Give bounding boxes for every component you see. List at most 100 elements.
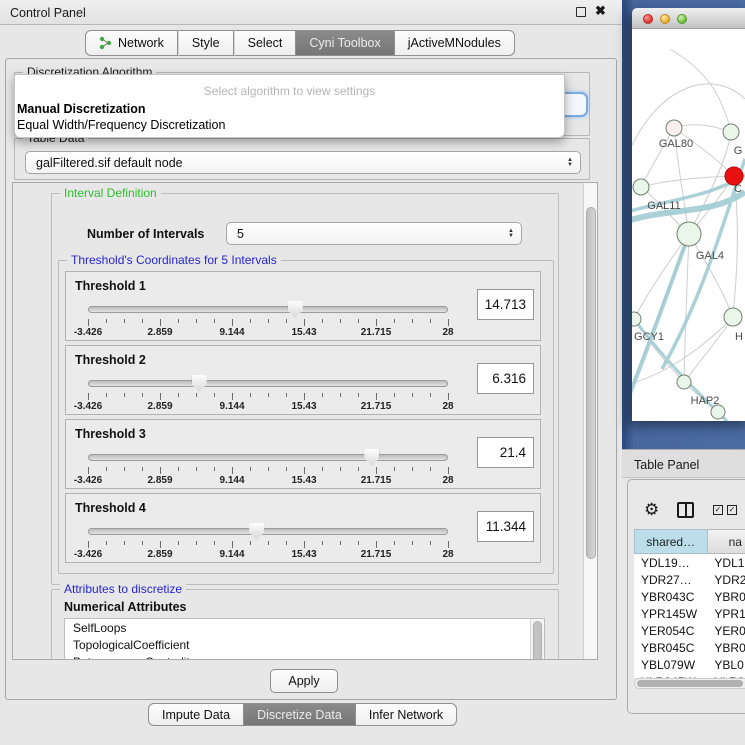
cell[interactable]: YER0 (707, 622, 745, 639)
slider-track[interactable] (88, 380, 448, 387)
slider-thumb[interactable] (249, 523, 264, 540)
cell[interactable]: YDR2 (707, 571, 745, 588)
slider-tick (106, 393, 107, 397)
tab-jactivemnodules[interactable]: jActiveMNodules (395, 30, 515, 56)
slider-tick (124, 541, 125, 545)
table-row[interactable]: YBL079WYBL0 (634, 656, 745, 673)
threshold-2-slider[interactable]: -3.4262.8599.14415.4321.71528 (88, 374, 448, 412)
threshold-1-slider[interactable]: -3.4262.8599.14415.4321.71528 (88, 300, 448, 338)
node-label-g: G (734, 145, 743, 157)
node-gal80[interactable] (666, 120, 682, 136)
slider-tick (358, 319, 359, 323)
split-columns-icon[interactable] (677, 502, 694, 518)
settings-scrollbar-thumb[interactable] (586, 207, 596, 559)
minimize-traffic-light-icon[interactable] (660, 14, 670, 24)
node-h[interactable] (724, 308, 742, 326)
cell[interactable]: YDL19… (634, 554, 707, 571)
slider-track[interactable] (88, 528, 448, 535)
cell[interactable]: YBL0 (707, 656, 745, 673)
cell[interactable]: YBR043C (634, 588, 707, 605)
tab-style[interactable]: Style (178, 30, 234, 56)
column-header-shared-name[interactable]: shared… (634, 529, 708, 554)
node-gal11[interactable] (633, 179, 649, 195)
cell[interactable]: YBL079W (634, 656, 707, 673)
gear-icon[interactable]: ⚙ (644, 501, 659, 518)
slider-tick (142, 319, 143, 323)
list-scrollbar-thumb[interactable] (533, 621, 542, 660)
threshold-2-value-field[interactable]: 6.316 (477, 363, 534, 394)
slider-track[interactable] (88, 306, 448, 313)
threshold-3-slider[interactable]: -3.4262.8599.14415.4321.71528 (88, 448, 448, 486)
float-window-icon[interactable] (576, 7, 586, 17)
list-item[interactable]: BetweennessCentrality (65, 653, 544, 660)
settings-vertical-scrollbar[interactable] (583, 183, 598, 660)
tab-style-label: Style (192, 36, 220, 50)
cell[interactable]: YDL1 (707, 554, 745, 571)
number-of-intervals-spinner[interactable]: 5 ▲▼ (226, 222, 522, 245)
node-top-right[interactable] (723, 124, 739, 140)
tab-cyni-toolbox[interactable]: Cyni Toolbox (296, 30, 394, 56)
table-row[interactable]: YDL19…YDL1 (634, 554, 745, 571)
list-item[interactable]: TopologicalCoefficient (65, 636, 544, 653)
thresholds-legend: Threshold's Coordinates for 5 Intervals (67, 253, 281, 267)
popup-item-manual-discretization[interactable]: Manual Discretization (17, 102, 146, 116)
cell[interactable]: YDR27… (634, 571, 707, 588)
column-header-name[interactable]: na (708, 529, 745, 554)
list-item[interactable]: SelfLoops (65, 619, 544, 636)
cell[interactable]: YBR0 (707, 639, 745, 656)
popup-item-equal-width[interactable]: Equal Width/Frequency Discretization (17, 118, 225, 132)
table-horizontal-scrollbar[interactable] (634, 678, 745, 689)
slider-tick (142, 393, 143, 397)
tab-infer-network[interactable]: Infer Network (356, 703, 457, 726)
threshold-4-slider[interactable]: -3.4262.8599.14415.4321.71528 (88, 522, 448, 560)
tab-select[interactable]: Select (234, 30, 297, 56)
table-row[interactable]: YBR043CYBR0 (634, 588, 745, 605)
network-window-titlebar[interactable] (632, 8, 745, 29)
slider-thumb[interactable] (364, 449, 379, 466)
table-row[interactable]: YBR045CYBR0 (634, 639, 745, 656)
slider-tick (286, 541, 287, 545)
slider-tick (88, 541, 89, 548)
node-table[interactable]: shared… na YDL19…YDL1 YDR27…YDR2 YBR043C… (634, 529, 745, 678)
table-row[interactable]: YPR145WYPR1 (634, 605, 745, 622)
zoom-traffic-light-icon[interactable] (677, 14, 687, 24)
tab-network[interactable]: Network (85, 30, 178, 56)
threshold-4-value-field[interactable]: 11.344 (477, 511, 534, 542)
slider-thumb[interactable] (288, 301, 303, 318)
node-bottom[interactable] (711, 405, 725, 419)
checkbox-icon[interactable]: ✓ (713, 505, 723, 515)
node-gcy1[interactable] (632, 312, 641, 326)
apply-button[interactable]: Apply (270, 669, 338, 693)
threshold-2-label: Threshold 2 (75, 353, 146, 367)
close-traffic-light-icon[interactable] (643, 14, 653, 24)
interval-definition-group: Interval Definition Number of Intervals … (51, 193, 559, 585)
table-row[interactable]: YDR27…YDR2 (634, 571, 745, 588)
threshold-3-value-field[interactable]: 21.4 (477, 437, 534, 468)
slider-tick (448, 393, 449, 400)
numerical-attributes-list[interactable]: SelfLoops TopologicalCoefficient Between… (64, 618, 545, 660)
cell[interactable]: YER054C (634, 622, 707, 639)
node-hap2[interactable] (677, 375, 691, 389)
table-row[interactable]: YER054CYER0 (634, 622, 745, 639)
network-window[interactable]: GAL80 G C GAL11 GAL4 GCY1 H HAP2 (632, 8, 745, 421)
slider-thumb[interactable] (192, 375, 207, 392)
cell[interactable]: YBR045C (634, 639, 707, 656)
threshold-1-value-field[interactable]: 14.713 (477, 289, 534, 320)
tab-discretize-data[interactable]: Discretize Data (244, 703, 356, 726)
tab-infer-label: Infer Network (369, 708, 443, 722)
cell[interactable]: YPR145W (634, 605, 707, 622)
slider-tick (214, 541, 215, 545)
cell[interactable]: YBR0 (707, 588, 745, 605)
tab-impute-data[interactable]: Impute Data (148, 703, 244, 726)
table-scrollbar-thumb[interactable] (637, 680, 743, 687)
node-gal4[interactable] (677, 222, 701, 246)
checkbox-icon[interactable]: ✓ (727, 505, 737, 515)
slider-track[interactable] (88, 454, 448, 461)
list-scrollbar[interactable] (530, 619, 544, 660)
panel-title: Control Panel (10, 6, 86, 20)
close-icon[interactable]: ✖ (595, 3, 606, 19)
slider-tick (106, 319, 107, 323)
table-data-combobox[interactable]: galFiltered.sif default node ▲▼ (25, 151, 581, 174)
cell[interactable]: YPR1 (707, 605, 745, 622)
network-canvas[interactable]: GAL80 G C GAL11 GAL4 GCY1 H HAP2 (632, 29, 745, 421)
